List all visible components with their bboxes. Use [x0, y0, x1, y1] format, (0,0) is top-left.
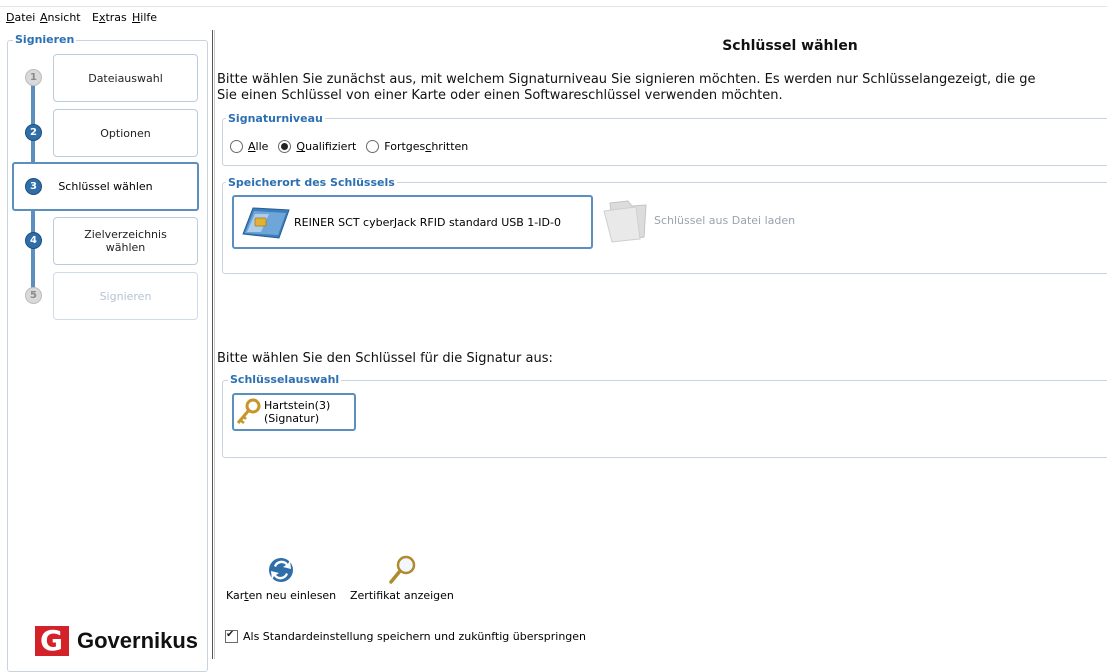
show-certificate-button[interactable]: Zertifikat anzeigen — [350, 554, 454, 602]
radio-alle-label[interactable]: Alle — [248, 140, 268, 153]
magnifier-icon — [389, 555, 416, 584]
reload-cards-button[interactable]: Karten neu einlesen — [226, 554, 336, 602]
menu-hilfe[interactable]: Hilfe — [132, 11, 157, 24]
step-4-label: Zielverzeichnis wählen — [84, 228, 167, 254]
description: Bitte wählen Sie zunächst aus, mit welch… — [217, 72, 1107, 104]
key-name: Hartstein(3) — [264, 399, 331, 412]
description-line-2: Sie einen Schlüssel von einer Karte oder… — [217, 88, 783, 103]
reload-cards-label: Karten neu einlesen — [226, 589, 337, 602]
key-hartstein-button[interactable]: Hartstein(3) (Signatur) — [232, 393, 356, 431]
logo-mark: G — [35, 626, 69, 656]
radio-alle[interactable] — [230, 140, 243, 153]
folder-icon — [603, 200, 647, 243]
signaturniveau-options: Alle Qualifiziert Fortgeschritten — [230, 140, 478, 153]
step-zielverzeichnis-button[interactable]: Zielverzeichnis wählen — [53, 217, 198, 265]
radio-qualifiziert-label[interactable]: Qualifiziert — [296, 140, 356, 153]
logo-text: Governikus — [77, 628, 199, 653]
default-setting-row[interactable]: Als Standardeinstellung speichern und zu… — [225, 629, 586, 643]
card-reader-button[interactable]: REINER SCT cyberJack RFID standard USB 1… — [232, 195, 593, 249]
menu-extras[interactable]: Extras — [92, 11, 127, 24]
panel-divider-shadow — [214, 30, 215, 659]
step-4-number: 4 — [25, 232, 42, 249]
sidebar-legend: Signieren — [13, 33, 77, 46]
schluesselauswahl-legend: Schlüsselauswahl — [228, 373, 342, 386]
menu-ansicht[interactable]: Ansicht — [40, 11, 81, 24]
key-label: Hartstein(3) (Signatur) — [264, 399, 330, 425]
step-5-number: 5 — [25, 287, 42, 304]
key-icon — [236, 398, 261, 424]
step-3-label: Schlüssel wählen — [58, 180, 153, 193]
refresh-icon — [269, 558, 294, 582]
default-setting-label[interactable]: Als Standardeinstellung speichern und zu… — [243, 630, 586, 643]
load-from-file-label: Schlüssel aus Datei laden — [654, 213, 796, 227]
page-title: Schlüssel wählen — [722, 38, 858, 54]
choose-key-label: Bitte wählen Sie den Schlüssel für die S… — [217, 351, 553, 366]
smartcard-icon — [242, 207, 290, 239]
show-certificate-label: Zertifikat anzeigen — [350, 589, 454, 602]
panel-divider — [212, 30, 213, 659]
step-optionen-button[interactable]: Optionen — [53, 109, 198, 157]
radio-fortgeschritten-label[interactable]: Fortgeschritten — [384, 140, 468, 153]
step-signieren-button[interactable]: Signieren — [53, 272, 198, 320]
default-setting-checkbox[interactable] — [225, 629, 238, 643]
step-1-number: 1 — [25, 69, 42, 86]
radio-fortgeschritten[interactable] — [366, 140, 380, 153]
step-3-number: 3 — [25, 178, 42, 195]
description-line-1: Bitte wählen Sie zunächst aus, mit welch… — [217, 72, 1036, 87]
key-type: (Signatur) — [264, 412, 320, 425]
menu-datei[interactable]: Datei — [6, 11, 35, 24]
speicherort-legend: Speicherort des Schlüssels — [226, 176, 397, 189]
signaturniveau-legend: Signaturniveau — [226, 112, 325, 125]
step-dateiauswahl-button[interactable]: Dateiauswahl — [53, 54, 198, 102]
step-2-number: 2 — [25, 124, 42, 141]
card-reader-label: REINER SCT cyberJack RFID standard USB 1… — [294, 215, 561, 229]
window-top-edge — [0, 0, 1107, 7]
governikus-logo: G Governikus — [35, 626, 198, 656]
menu-bar: Datei Ansicht Extras Hilfe — [0, 8, 1107, 26]
load-from-file-button[interactable]: Schlüssel aus Datei laden — [600, 195, 795, 245]
radio-qualifiziert[interactable] — [278, 140, 292, 153]
